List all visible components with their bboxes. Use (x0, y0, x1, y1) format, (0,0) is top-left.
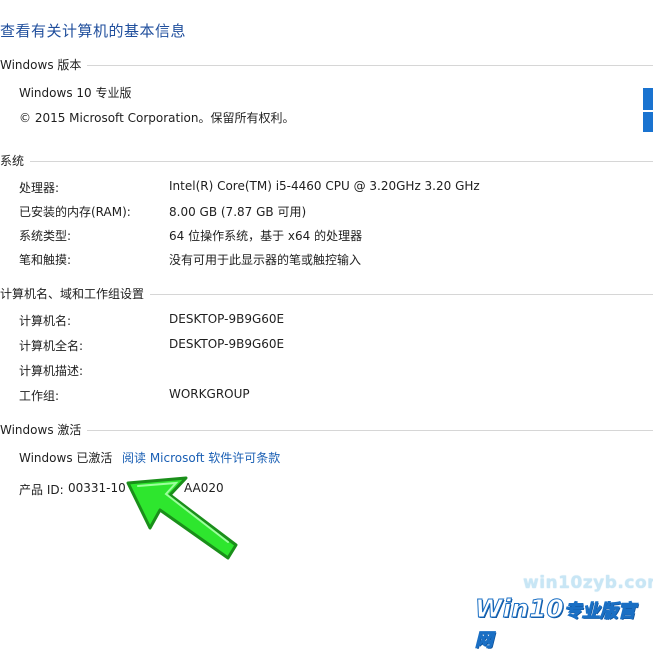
section-heading: 计算机名、域和工作组设置 (0, 287, 151, 301)
watermark-brand: Win10专业版官网 (475, 594, 653, 652)
section-heading: Windows 版本 (0, 58, 88, 72)
section-heading: 系统 (0, 154, 31, 168)
watermark-domain: win10zyb.com (523, 573, 653, 593)
section-heading: Windows 激活 (0, 423, 88, 437)
watermark-brand-prefix: Win10 (475, 594, 565, 624)
green-arrow-icon (126, 476, 238, 560)
